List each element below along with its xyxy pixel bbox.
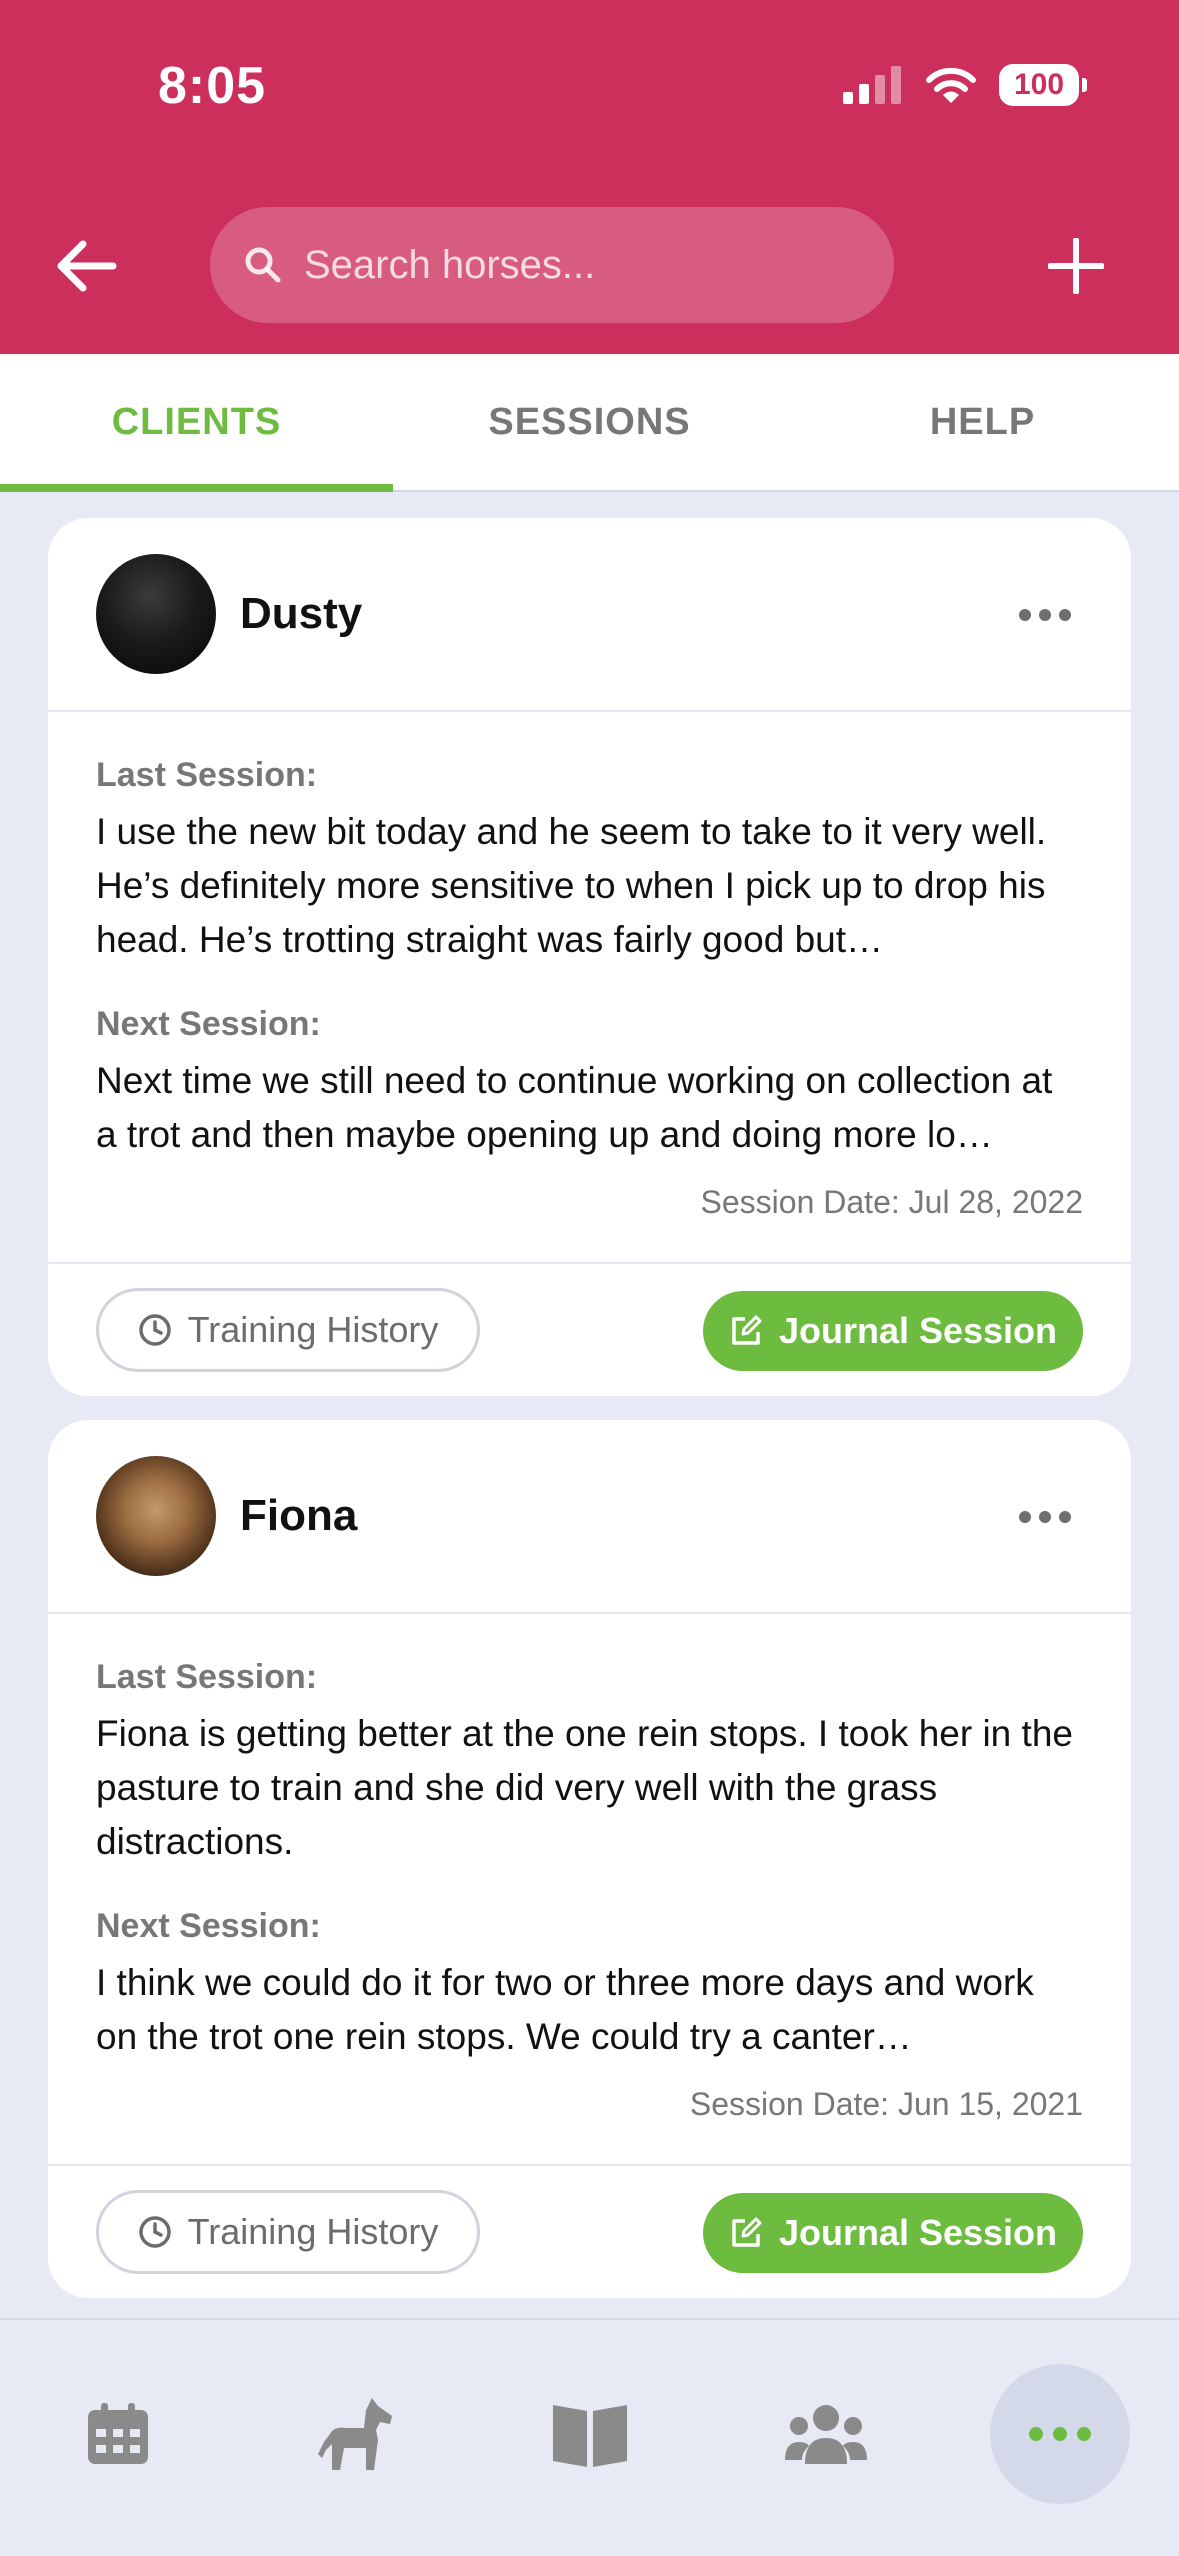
- last-session-label: Last Session:: [96, 1658, 318, 1696]
- nav-clients[interactable]: [756, 2364, 896, 2504]
- journal-session-label: Journal Session: [778, 2212, 1058, 2253]
- clock-icon: [138, 2216, 171, 2248]
- bottom-nav: [0, 2318, 1179, 2556]
- signal-icon: [843, 66, 901, 104]
- status-time: 8:05: [158, 57, 267, 115]
- card-header[interactable]: Dusty: [48, 518, 1131, 712]
- wifi-icon: [926, 67, 976, 103]
- last-session-label: Last Session:: [96, 756, 318, 794]
- arrow-left-icon: [57, 240, 117, 292]
- calendar-icon: [88, 2403, 148, 2464]
- dot-icon: [1039, 1511, 1051, 1523]
- next-session-label: Next Session:: [96, 1005, 321, 1043]
- plus-icon: [1048, 238, 1104, 294]
- edit-icon: [732, 2217, 762, 2247]
- session-date: Session Date: Jun 15, 2021: [689, 2086, 1083, 2122]
- search-input[interactable]: [304, 242, 864, 288]
- nav-journal[interactable]: [520, 2364, 660, 2504]
- next-session-text: Next time we still need to continue work…: [96, 1060, 1053, 1155]
- more-options-button[interactable]: [1005, 1492, 1085, 1542]
- search-bar[interactable]: [210, 207, 894, 323]
- training-history-button[interactable]: Training History: [96, 1288, 480, 1372]
- training-history-label: Training History: [187, 2211, 439, 2252]
- card-body: Last Session: Fiona is getting better at…: [48, 1614, 1131, 2123]
- back-button[interactable]: [46, 226, 126, 306]
- horse-icon: [318, 2398, 392, 2470]
- edit-icon: [732, 1315, 762, 1345]
- clock-icon: [138, 1314, 171, 1346]
- tab-clients[interactable]: CLIENTS: [0, 354, 393, 492]
- battery-icon: 100: [999, 64, 1087, 106]
- people-icon: [785, 2405, 867, 2464]
- app-header: 8:05 100: [0, 0, 1179, 354]
- card-actions: Training History Journal Session: [48, 1262, 1131, 1396]
- add-horse-button[interactable]: [1036, 226, 1116, 306]
- nav-calendar[interactable]: [48, 2364, 188, 2504]
- training-history-label: Training History: [187, 1309, 439, 1350]
- avatar: [96, 1456, 216, 1576]
- horse-name: Fiona: [240, 1491, 358, 1540]
- dot-icon: [1019, 609, 1031, 621]
- journal-session-button[interactable]: Journal Session: [703, 1291, 1083, 1371]
- book-icon: [553, 2405, 627, 2467]
- last-session-text: I use the new bit today and he seem to t…: [96, 811, 1047, 960]
- dot-icon: [1059, 609, 1071, 621]
- session-date: Session Date: Jul 28, 2022: [700, 1184, 1083, 1220]
- horse-card: Fiona Last Session: Fiona is getting bet…: [48, 1420, 1131, 2298]
- more-icon: [1029, 2427, 1091, 2441]
- horse-name: Dusty: [240, 589, 363, 638]
- nav-horses[interactable]: [284, 2364, 424, 2504]
- journal-session-button[interactable]: Journal Session: [703, 2193, 1083, 2273]
- dot-icon: [1019, 1511, 1031, 1523]
- next-session-label: Next Session:: [96, 1907, 321, 1945]
- more-options-button[interactable]: [1005, 590, 1085, 640]
- training-history-button[interactable]: Training History: [96, 2190, 480, 2274]
- card-actions: Training History Journal Session: [48, 2164, 1131, 2298]
- avatar: [96, 554, 216, 674]
- tab-bar: CLIENTS SESSIONS HELP: [0, 354, 1179, 492]
- search-icon: [245, 247, 281, 283]
- dot-icon: [1039, 609, 1051, 621]
- card-header[interactable]: Fiona: [48, 1420, 1131, 1614]
- dot-icon: [1059, 1511, 1071, 1523]
- horse-card: Dusty Last Session: I use the new bit to…: [48, 518, 1131, 1396]
- tab-sessions[interactable]: SESSIONS: [393, 354, 786, 490]
- tab-help[interactable]: HELP: [786, 354, 1179, 490]
- journal-session-label: Journal Session: [778, 1310, 1058, 1351]
- last-session-text: Fiona is getting better at the one rein …: [96, 1713, 1073, 1862]
- nav-more[interactable]: [990, 2364, 1130, 2504]
- status-icons: 100: [843, 64, 1087, 106]
- card-body: Last Session: I use the new bit today an…: [48, 712, 1131, 1221]
- next-session-text: I think we could do it for two or three …: [96, 1962, 1034, 2057]
